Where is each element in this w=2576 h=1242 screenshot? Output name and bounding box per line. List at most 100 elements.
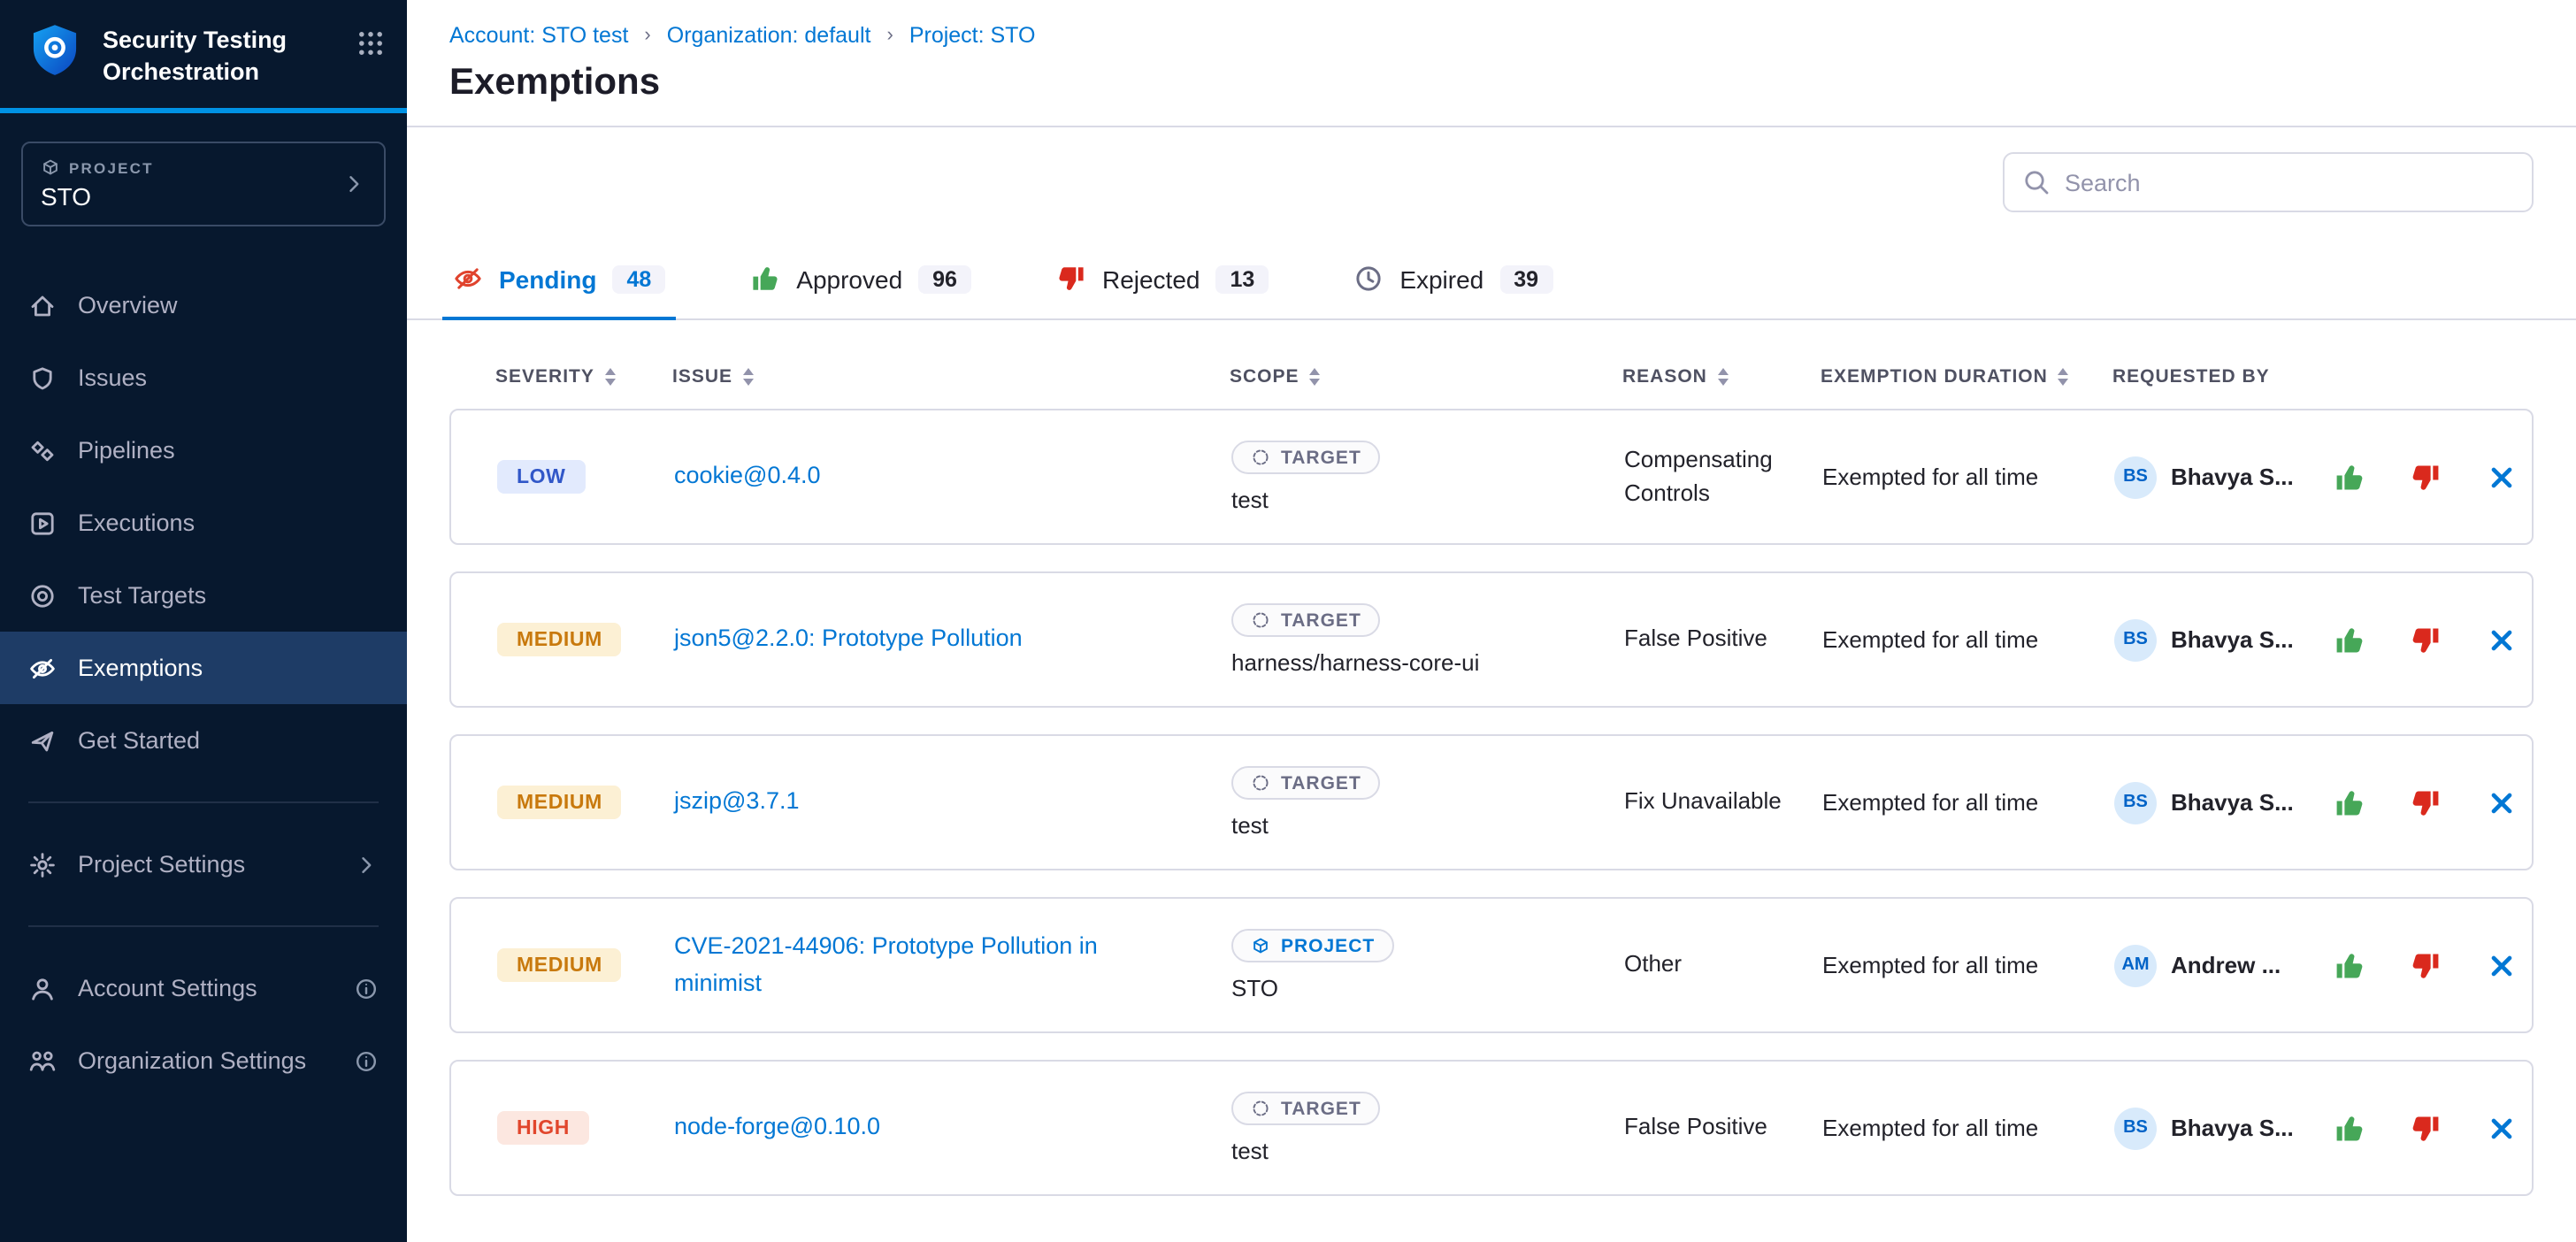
close-icon[interactable] — [2486, 786, 2518, 818]
sidebar-secondary-bottom: Account Settings Organization Settings — [0, 952, 407, 1097]
search-box[interactable] — [2003, 152, 2534, 212]
breadcrumb-link-organization-default[interactable]: Organization: default — [667, 23, 871, 48]
exemption-duration: Exempted for all time — [1822, 464, 2114, 490]
column-header-scope[interactable]: SCOPE — [1230, 366, 1622, 387]
sidebar-divider — [28, 801, 379, 803]
eye-off-icon — [28, 654, 57, 682]
chevron-right-icon[interactable] — [354, 852, 379, 877]
reject-thumbs-down-icon[interactable] — [2410, 949, 2442, 981]
tab-pending[interactable]: Pending 48 — [453, 239, 665, 318]
approve-thumbs-up-icon[interactable] — [2334, 461, 2365, 493]
avatar: BS — [2114, 618, 2157, 661]
reject-thumbs-down-icon[interactable] — [2410, 786, 2442, 818]
approve-thumbs-up-icon[interactable] — [2334, 624, 2365, 656]
close-icon[interactable] — [2486, 949, 2518, 981]
tab-count-badge: 13 — [1216, 264, 1269, 293]
approve-thumbs-up-icon[interactable] — [2334, 1112, 2365, 1144]
nav-item-label: Overview — [78, 292, 357, 318]
sidebar-item-executions[interactable]: Executions — [0, 487, 407, 559]
sort-icon[interactable] — [1310, 368, 1321, 387]
nav-item-label: Account Settings — [78, 975, 333, 1001]
breadcrumb-link-account-sto-test[interactable]: Account: STO test — [449, 23, 628, 48]
scope-type-label: TARGET — [1281, 610, 1361, 631]
sidebar-item-project-settings[interactable]: Project Settings — [0, 828, 407, 901]
table-row: MEDIUM json5@2.2.0: Prototype Pollution … — [449, 571, 2534, 708]
sidebar-item-account-settings[interactable]: Account Settings — [0, 952, 407, 1024]
sidebar-item-get-started[interactable]: Get Started — [0, 704, 407, 777]
reject-thumbs-down-icon[interactable] — [2410, 1112, 2442, 1144]
reject-thumbs-down-icon[interactable] — [2410, 461, 2442, 493]
sidebar-item-exemptions[interactable]: Exemptions — [0, 632, 407, 704]
nav-item-label: Exemptions — [78, 655, 357, 681]
sidebar-item-pipelines[interactable]: Pipelines — [0, 414, 407, 487]
issue-link[interactable]: cookie@0.4.0 — [674, 459, 867, 495]
avatar: BS — [2114, 781, 2157, 824]
tab-approved[interactable]: Approved 96 — [750, 239, 971, 318]
eye-off-icon — [453, 264, 483, 294]
issue-link[interactable]: json5@2.2.0: Prototype Pollution — [674, 622, 1069, 658]
sort-icon[interactable] — [1718, 368, 1729, 387]
project-selector-value: STO — [41, 182, 327, 211]
gear-icon — [28, 850, 57, 878]
tab-label: Approved — [796, 264, 902, 293]
pipelines-icon — [28, 436, 57, 464]
reason: Compensating Controls — [1624, 445, 1822, 510]
info-icon[interactable] — [354, 976, 379, 1000]
avatar: BS — [2114, 456, 2157, 498]
sidebar-item-test-targets[interactable]: Test Targets — [0, 559, 407, 632]
sidebar-nav: Overview Issues Pipelines Executions Tes… — [0, 269, 407, 777]
sidebar-item-issues[interactable]: Issues — [0, 341, 407, 414]
breadcrumb-separator-icon: › — [644, 25, 650, 46]
reject-thumbs-down-icon[interactable] — [2410, 624, 2442, 656]
issue-link[interactable]: node-forge@0.10.0 — [674, 1110, 926, 1146]
thumbs-up-icon — [750, 264, 780, 294]
tab-count-badge: 96 — [918, 264, 971, 293]
close-icon[interactable] — [2486, 1112, 2518, 1144]
sort-icon[interactable] — [743, 368, 754, 387]
executions-icon — [28, 509, 57, 537]
info-icon[interactable] — [354, 1048, 379, 1073]
column-header-exemption-duration[interactable]: EXEMPTION DURATION — [1821, 366, 2112, 387]
target-scope-icon — [1251, 1099, 1270, 1118]
requested-by-name: Andrew ... — [2171, 952, 2281, 978]
table-row: MEDIUM CVE-2021-44906: Prototype Polluti… — [449, 897, 2534, 1033]
issue-link[interactable]: jszip@3.7.1 — [674, 785, 846, 821]
project-selector[interactable]: PROJECT STO — [21, 142, 386, 226]
search-input[interactable] — [2065, 169, 2514, 196]
sidebar-header: Security Testing Orchestration — [0, 0, 407, 108]
app-title: Security Testing Orchestration — [103, 21, 338, 87]
column-header-reason[interactable]: REASON — [1622, 366, 1821, 387]
sidebar-item-overview[interactable]: Overview — [0, 269, 407, 341]
scope-type-label: TARGET — [1281, 772, 1361, 794]
sort-icon[interactable] — [605, 368, 616, 387]
module-grid-icon[interactable] — [356, 28, 386, 67]
close-icon[interactable] — [2486, 461, 2518, 493]
sidebar-item-organization-settings[interactable]: Organization Settings — [0, 1024, 407, 1097]
column-header-issue[interactable]: ISSUE — [672, 366, 1230, 387]
nav-item-label: Test Targets — [78, 582, 357, 609]
tab-rejected[interactable]: Rejected 13 — [1056, 239, 1269, 318]
home-icon — [28, 291, 57, 319]
approve-thumbs-up-icon[interactable] — [2334, 949, 2365, 981]
breadcrumb-link-project-sto[interactable]: Project: STO — [909, 23, 1036, 48]
column-header-severity[interactable]: SEVERITY — [495, 366, 672, 387]
project-scope-icon — [1251, 936, 1270, 955]
approve-thumbs-up-icon[interactable] — [2334, 786, 2365, 818]
sort-icon[interactable] — [2058, 368, 2069, 387]
close-icon[interactable] — [2486, 624, 2518, 656]
thumbs-down-icon — [1056, 264, 1086, 294]
requested-by-name: Bhavya S... — [2171, 1115, 2294, 1141]
scope-name: harness/harness-core-ui — [1231, 649, 1479, 676]
column-header-requested-by[interactable]: REQUESTED BY — [2112, 366, 2332, 387]
scope-name: STO — [1231, 975, 1278, 1001]
reason: False Positive — [1624, 624, 1822, 656]
clock-icon — [1353, 264, 1384, 294]
reason: Other — [1624, 949, 1822, 981]
severity-badge: HIGH — [497, 1112, 589, 1146]
exemptions-table: SEVERITY ISSUE SCOPE REASON EXEMPTION DU… — [407, 320, 2576, 1223]
exemption-duration: Exempted for all time — [1822, 626, 2114, 653]
tab-count-badge: 48 — [612, 264, 665, 293]
table-body: LOW cookie@0.4.0 TARGET test Compensatin… — [449, 409, 2534, 1196]
issue-link[interactable]: CVE-2021-44906: Prototype Pollution in m… — [674, 930, 1231, 1001]
tab-expired[interactable]: Expired 39 — [1353, 239, 1552, 318]
